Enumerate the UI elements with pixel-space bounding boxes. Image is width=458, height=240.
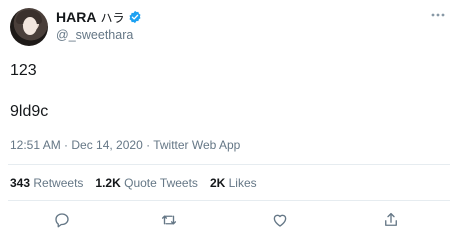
tweet-text-line-2: 9ld9c [10, 103, 49, 120]
like-icon[interactable] [270, 210, 290, 230]
display-name-row: HARA ハラ [56, 8, 142, 26]
retweet-icon[interactable] [159, 210, 179, 230]
divider [8, 164, 450, 165]
share-icon[interactable] [381, 210, 401, 230]
more-icon[interactable] [430, 10, 446, 20]
engagement-stats: 343 Retweets 1.2K Quote Tweets 2K Likes [10, 176, 257, 190]
display-name-suffix[interactable]: ハラ [100, 9, 124, 26]
reply-icon[interactable] [52, 210, 72, 230]
tweet-card: HARA ハラ @_sweethara 123 9ld9c 12:51 AM ·… [0, 0, 458, 240]
action-bar [0, 208, 458, 232]
quote-tweets-stat[interactable]: 1.2K Quote Tweets [95, 176, 198, 190]
likes-count: 2K [209, 176, 226, 190]
retweets-label: Retweets [33, 176, 84, 190]
divider [8, 200, 450, 201]
display-name[interactable]: HARA [56, 9, 96, 25]
quote-label: Quote Tweets [124, 176, 198, 190]
quote-count: 1.2K [95, 176, 121, 190]
likes-label: Likes [228, 176, 257, 190]
retweets-stat[interactable]: 343 Retweets [10, 176, 83, 190]
tweet-header: HARA ハラ @_sweethara [8, 6, 450, 46]
author-names: HARA ハラ @_sweethara [56, 8, 142, 46]
tweet-text-line-1: 123 [10, 62, 37, 79]
author-handle[interactable]: @_sweethara [56, 28, 142, 42]
tweet-timestamp[interactable]: 12:51 AM · Dec 14, 2020 · Twitter Web Ap… [10, 138, 240, 152]
avatar[interactable] [10, 8, 48, 46]
verified-icon [128, 10, 142, 24]
retweets-count: 343 [10, 176, 31, 190]
likes-stat[interactable]: 2K Likes [210, 176, 257, 190]
